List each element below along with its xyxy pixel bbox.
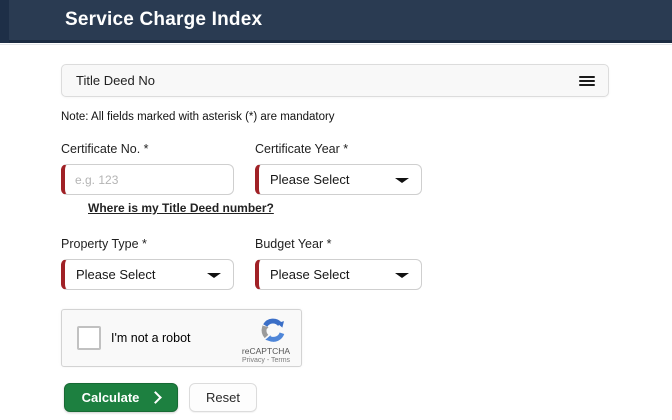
calculate-button-label: Calculate: [81, 390, 140, 405]
budget-year-label: Budget Year *: [255, 237, 332, 251]
chevron-right-icon: [149, 391, 163, 404]
page-title: Service Charge Index: [65, 9, 263, 30]
certificate-year-selected-value: Please Select: [270, 172, 350, 187]
header-left-edge: [0, 0, 9, 43]
title-deed-accordion-label: Title Deed No: [76, 73, 155, 88]
calculate-button[interactable]: Calculate: [64, 383, 178, 412]
certificate-year-label: Certificate Year *: [255, 142, 349, 156]
header: Service Charge Index: [0, 0, 672, 45]
recaptcha-label: I'm not a robot: [111, 331, 191, 345]
recaptcha-checkbox[interactable]: [77, 326, 101, 350]
certificate-no-label: Certificate No. *: [61, 142, 149, 156]
mandatory-note: Note: All fields marked with asterisk (*…: [61, 111, 335, 123]
chevron-down-icon: [395, 177, 409, 183]
budget-year-selected-value: Please Select: [270, 267, 350, 282]
property-type-label: Property Type *: [61, 237, 147, 251]
recaptcha-widget: I'm not a robot reCAPTCHA Privacy - Term…: [61, 309, 302, 367]
chevron-down-icon: [395, 272, 409, 278]
certificate-no-input[interactable]: [61, 164, 234, 195]
property-type-selected-value: Please Select: [76, 267, 156, 282]
recaptcha-icon: [261, 318, 285, 342]
reset-button-label: Reset: [206, 390, 240, 405]
reset-button[interactable]: Reset: [189, 383, 257, 412]
menu-icon: [579, 74, 595, 88]
chevron-down-icon: [207, 272, 221, 278]
recaptcha-privacy-terms-link[interactable]: Privacy - Terms: [236, 357, 296, 364]
budget-year-select[interactable]: Please Select: [255, 259, 422, 290]
page: Service Charge Index Title Deed No Note:…: [0, 0, 672, 420]
certificate-year-select[interactable]: Please Select: [255, 164, 422, 195]
property-type-select[interactable]: Please Select: [61, 259, 234, 290]
recaptcha-brand: reCAPTCHA: [241, 346, 291, 356]
title-deed-accordion[interactable]: Title Deed No: [61, 64, 609, 97]
title-deed-help-link[interactable]: Where is my Title Deed number?: [88, 201, 274, 215]
